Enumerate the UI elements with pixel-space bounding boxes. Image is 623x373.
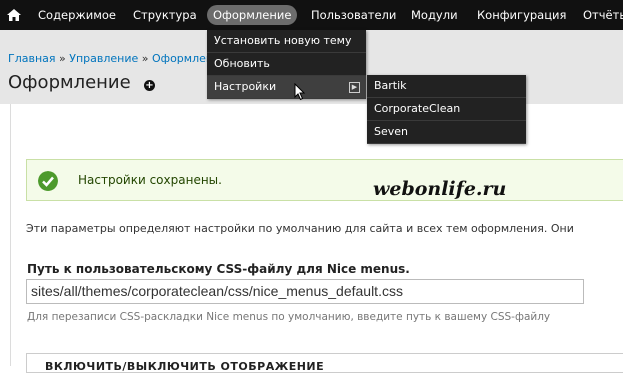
toolbar-item-appearance[interactable]: Оформление — [207, 5, 298, 25]
menu-item-settings-label: Настройки — [214, 80, 277, 93]
add-shortcut-icon[interactable]: + — [144, 80, 155, 91]
css-path-help: Для перезаписи CSS-раскладки Nice menus … — [27, 311, 551, 323]
toggle-display-fieldset: ВКЛЮЧИТЬ/ВЫКЛЮЧИТЬ ОТОБРАЖЕНИЕ — [26, 353, 623, 373]
breadcrumb-separator: » — [59, 52, 66, 65]
breadcrumb-admin[interactable]: Управление — [69, 52, 138, 65]
fieldset-legend[interactable]: ВКЛЮЧИТЬ/ВЫКЛЮЧИТЬ ОТОБРАЖЕНИЕ — [45, 360, 324, 373]
content-divider — [10, 104, 11, 366]
admin-toolbar: Содержимое Структура Оформление Пользова… — [0, 0, 623, 30]
watermark: webonlife.ru — [373, 178, 507, 200]
breadcrumb-home[interactable]: Главная — [8, 52, 56, 65]
toolbar-item-structure[interactable]: Структура — [133, 6, 197, 24]
submenu-item-seven[interactable]: Seven — [367, 121, 526, 144]
page-title: Оформление — [8, 72, 131, 93]
toolbar-item-modules[interactable]: Модули — [411, 6, 458, 24]
breadcrumb: Главная » Управление » Оформление — [8, 52, 227, 65]
mouse-cursor-icon — [294, 83, 306, 101]
settings-submenu: Bartik CorporateClean Seven — [367, 75, 526, 144]
appearance-dropdown: Установить новую тему Обновить Настройки… — [207, 30, 366, 99]
home-icon[interactable] — [6, 7, 22, 23]
toolbar-item-content[interactable]: Содержимое — [38, 6, 116, 24]
status-message: Настройки сохранены. — [26, 159, 623, 201]
css-path-input[interactable]: sites/all/themes/corporateclean/css/nice… — [26, 279, 584, 304]
css-path-label: Путь к пользовательскому CSS-файлу для N… — [27, 262, 410, 276]
toolbar-item-configuration[interactable]: Конфигурация — [477, 6, 566, 24]
toolbar-item-people[interactable]: Пользователи — [311, 6, 396, 24]
menu-item-update[interactable]: Обновить — [207, 53, 366, 76]
breadcrumb-separator: » — [141, 52, 149, 65]
menu-item-install-theme[interactable]: Установить новую тему — [207, 30, 366, 53]
menu-item-settings[interactable]: Настройки ▶ — [207, 76, 366, 99]
submenu-item-bartik[interactable]: Bartik — [367, 75, 526, 98]
status-message-text: Настройки сохранены. — [78, 173, 222, 187]
submenu-arrow-icon: ▶ — [349, 82, 360, 93]
settings-description: Эти параметры определяют настройки по ум… — [26, 222, 574, 235]
checkmark-icon — [38, 171, 58, 191]
toolbar-item-reports[interactable]: Отчёты — [583, 6, 623, 24]
submenu-item-corporateclean[interactable]: CorporateClean — [367, 98, 526, 121]
